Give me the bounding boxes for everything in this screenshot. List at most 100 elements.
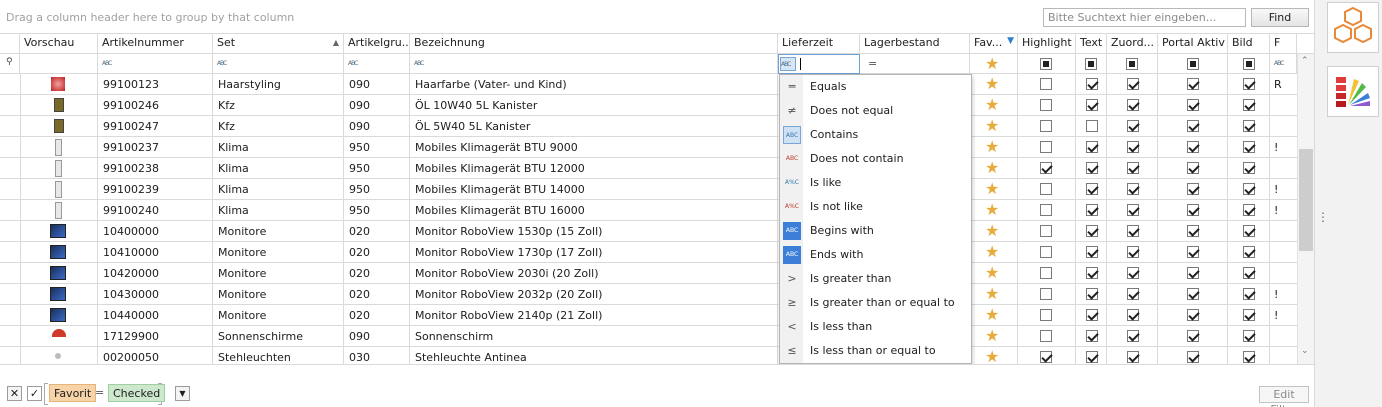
highlight-checkbox[interactable] — [1040, 309, 1052, 321]
zuordnung-checkbox[interactable] — [1127, 120, 1139, 132]
contains-operator-icon[interactable]: ABC — [1274, 59, 1286, 69]
portal-aktiv-checkbox[interactable] — [1187, 267, 1199, 279]
table-row[interactable]: 17129900 Sonnenschirme 090 Sonnenschirm ★ — [0, 326, 1297, 347]
portal-aktiv-checkbox[interactable] — [1187, 351, 1199, 363]
zuordnung-checkbox[interactable] — [1127, 351, 1139, 363]
highlight-checkbox[interactable] — [1040, 99, 1052, 111]
filter-operator[interactable]: = — [95, 386, 104, 399]
table-row[interactable]: 10430000 Monitore 020 Monitor RoboView 2032… — [0, 284, 1297, 305]
text-checkbox[interactable] — [1086, 309, 1098, 321]
portal-aktiv-checkbox[interactable] — [1187, 309, 1199, 321]
menu-item-ends-with[interactable]: ABC Ends with — [780, 243, 971, 267]
filter-field-pill[interactable]: Favorit — [49, 384, 97, 402]
filter-cell-artikelnummer[interactable]: ABC — [98, 54, 213, 74]
filter-cell-bild[interactable] — [1228, 54, 1270, 74]
portal-aktiv-checkbox[interactable] — [1187, 141, 1199, 153]
find-button[interactable]: Find — [1251, 8, 1309, 27]
favorite-star-icon[interactable]: ★ — [985, 181, 999, 197]
filter-mru-dropdown-icon[interactable]: ▼ — [175, 386, 190, 401]
bild-checkbox[interactable] — [1243, 183, 1255, 195]
portal-aktiv-checkbox[interactable] — [1187, 162, 1199, 174]
highlight-checkbox[interactable] — [1040, 246, 1052, 258]
column-header-text[interactable]: Text — [1076, 34, 1107, 54]
menu-item-not-equal[interactable]: ≠ Does not equal — [780, 99, 971, 123]
zuordnung-checkbox[interactable] — [1127, 246, 1139, 258]
table-row[interactable]: 10420000 Monitore 020 Monitor RoboView 2030… — [0, 263, 1297, 284]
highlight-checkbox[interactable] — [1040, 204, 1052, 216]
text-checkbox[interactable] — [1086, 330, 1098, 342]
bild-checkbox[interactable] — [1243, 141, 1255, 153]
zuordnung-checkbox[interactable] — [1127, 99, 1139, 111]
bild-checkbox[interactable] — [1243, 309, 1255, 321]
filter-operator-menu[interactable]: ═ Equals ≠ Does not equal ABC Contains ABC Does… — [779, 74, 972, 364]
filter-cell-portal-aktiv[interactable] — [1158, 54, 1228, 74]
edit-filter-button[interactable]: Edit Filter — [1259, 386, 1309, 407]
column-header-portal-aktiv[interactable]: Portal Aktiv — [1158, 34, 1228, 54]
text-checkbox[interactable] — [1086, 183, 1098, 195]
table-row[interactable]: 99100246 Kfz 090 ÖL 10W40 5L Kanister ★ — [0, 95, 1297, 116]
highlight-checkbox[interactable] — [1040, 267, 1052, 279]
menu-item-begins-with[interactable]: ABC Begins with — [780, 219, 971, 243]
favorite-star-icon[interactable]: ★ — [985, 118, 999, 134]
table-row[interactable]: 99100237 Klima 950 Mobiles Klimagerät BTU 9… — [0, 137, 1297, 158]
column-header-bild[interactable]: Bild — [1228, 34, 1270, 54]
zuordnung-checkbox[interactable] — [1127, 225, 1139, 237]
text-checkbox[interactable] — [1086, 162, 1098, 174]
bild-checkbox[interactable] — [1243, 246, 1255, 258]
table-row[interactable]: 10440000 Monitore 020 Monitor RoboView 2140… — [0, 305, 1297, 326]
filter-cell-text[interactable] — [1076, 54, 1107, 74]
more-options-icon[interactable]: ⋮ — [1317, 210, 1329, 224]
filter-cell-vorschau[interactable] — [20, 54, 98, 74]
zuordnung-checkbox[interactable] — [1127, 183, 1139, 195]
column-header-highlight[interactable]: Highlight — [1018, 34, 1076, 54]
column-header-favorit[interactable]: Fav... ▼ — [970, 34, 1018, 54]
menu-item-less-equal[interactable]: ≤ Is less than or equal to — [780, 339, 971, 363]
text-checkbox[interactable] — [1086, 288, 1098, 300]
highlight-checkbox[interactable] — [1040, 351, 1052, 363]
favorite-star-icon[interactable]: ★ — [985, 202, 999, 218]
table-row[interactable]: 10410000 Monitore 020 Monitor RoboView 1730… — [0, 242, 1297, 263]
table-row[interactable]: 00200050 Stehleuchten 030 Stehleuchte Antin… — [0, 347, 1297, 364]
contains-operator-icon[interactable]: ABC — [780, 57, 796, 71]
portal-aktiv-checkbox[interactable] — [1187, 99, 1199, 111]
indeterminate-checkbox[interactable] — [1040, 58, 1052, 70]
zuordnung-checkbox[interactable] — [1127, 78, 1139, 90]
menu-item-equals[interactable]: ═ Equals — [780, 75, 971, 99]
star-icon[interactable]: ★ — [985, 56, 999, 72]
filter-cell-bezeichnung[interactable]: ABC — [410, 54, 778, 74]
highlight-checkbox[interactable] — [1040, 225, 1052, 237]
table-row[interactable]: 99100239 Klima 950 Mobiles Klimagerät BTU 1… — [0, 179, 1297, 200]
table-row[interactable]: 99100240 Klima 950 Mobiles Klimagerät BTU 1… — [0, 200, 1297, 221]
indeterminate-checkbox[interactable] — [1187, 58, 1199, 70]
favorite-star-icon[interactable]: ★ — [985, 328, 999, 344]
zuordnung-checkbox[interactable] — [1127, 141, 1139, 153]
menu-item-greater-equal[interactable]: ≥ Is greater than or equal to — [780, 291, 971, 315]
favorite-star-icon[interactable]: ★ — [985, 76, 999, 92]
menu-item-not-contain[interactable]: ABC Does not contain — [780, 147, 971, 171]
search-input[interactable]: Bitte Suchtext hier eingeben... — [1043, 8, 1246, 27]
zuordnung-checkbox[interactable] — [1127, 309, 1139, 321]
highlight-checkbox[interactable] — [1040, 162, 1052, 174]
bild-checkbox[interactable] — [1243, 120, 1255, 132]
contains-operator-icon[interactable]: ABC — [348, 59, 360, 69]
indeterminate-checkbox[interactable] — [1085, 58, 1097, 70]
favorite-star-icon[interactable]: ★ — [985, 307, 999, 323]
favorite-star-icon[interactable]: ★ — [985, 286, 999, 302]
menu-item-greater[interactable]: > Is greater than — [780, 267, 971, 291]
filter-enabled-checkbox[interactable]: ✓ — [27, 386, 42, 401]
packages-tile[interactable] — [1327, 2, 1379, 53]
contains-operator-icon[interactable]: ABC — [102, 59, 114, 69]
bild-checkbox[interactable] — [1243, 351, 1255, 363]
vertical-scrollbar[interactable]: ⌃ ⌄ — [1297, 54, 1314, 364]
portal-aktiv-checkbox[interactable] — [1187, 120, 1199, 132]
contains-operator-icon[interactable]: ABC — [217, 59, 229, 69]
portal-aktiv-checkbox[interactable] — [1187, 204, 1199, 216]
scroll-down-icon[interactable]: ⌄ — [1301, 346, 1309, 356]
palette-tile[interactable] — [1327, 66, 1379, 117]
menu-item-contains[interactable]: ABC Contains — [780, 123, 971, 147]
zuordnung-checkbox[interactable] — [1127, 330, 1139, 342]
menu-item-like[interactable]: A%C Is like — [780, 171, 971, 195]
bild-checkbox[interactable] — [1243, 162, 1255, 174]
column-header-lieferzeit[interactable]: Lieferzeit — [778, 34, 860, 54]
menu-item-less[interactable]: < Is less than — [780, 315, 971, 339]
